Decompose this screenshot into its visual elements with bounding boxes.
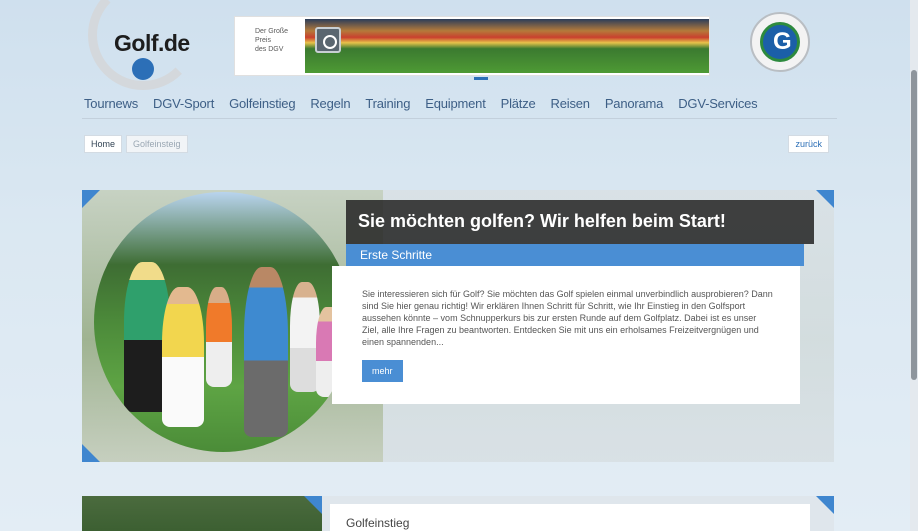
nav-item-regeln[interactable]: Regeln: [310, 96, 350, 111]
hero-text: Sie interessieren sich für Golf? Sie möc…: [362, 289, 773, 347]
golfeinstieg-card: Golfeinstieg: [82, 496, 834, 531]
photo-person: [244, 267, 288, 437]
more-button[interactable]: mehr: [362, 360, 403, 382]
back-button[interactable]: zurück: [788, 135, 829, 153]
breadcrumb-home[interactable]: Home: [84, 135, 123, 153]
banner-badge-icon: [315, 27, 341, 53]
banner-text: Der Große Preis des DGV: [255, 27, 305, 54]
corner-accent: [304, 496, 322, 514]
banner-pager[interactable]: [474, 77, 488, 80]
banner-pager-dot[interactable]: [474, 77, 488, 80]
corner-accent: [816, 190, 834, 208]
nav-item-training[interactable]: Training: [365, 96, 410, 111]
seal-g-icon: G: [773, 28, 792, 55]
hero-body: Sie interessieren sich für Golf? Sie möc…: [332, 266, 800, 404]
photo-person: [162, 287, 204, 427]
card2-photo: [82, 496, 322, 531]
header-banner[interactable]: Der Große Preis des DGV: [234, 16, 710, 76]
main-nav: Tournews DGV-Sport Golfeinstieg Regeln T…: [84, 96, 758, 111]
card2-title[interactable]: Golfeinstieg: [330, 504, 810, 531]
seal-ring: G: [760, 22, 800, 62]
breadcrumb-current: Golfeinsteig: [126, 135, 188, 153]
scrollbar[interactable]: [910, 0, 918, 531]
banner-line-2: Preis: [255, 37, 271, 44]
page: Golf.de Der Große Preis des DGV G Tourne…: [82, 0, 837, 531]
dgv-seal-logo: G: [750, 12, 810, 72]
corner-accent: [816, 496, 834, 514]
nav-item-dgv-services[interactable]: DGV-Services: [678, 96, 757, 111]
nav-item-reisen[interactable]: Reisen: [551, 96, 590, 111]
nav-item-panorama[interactable]: Panorama: [605, 96, 664, 111]
banner-line-3: des DGV: [255, 46, 284, 53]
hero-card: Sie möchten golfen? Wir helfen beim Star…: [82, 190, 834, 462]
nav-item-tournews[interactable]: Tournews: [84, 96, 138, 111]
hero-title: Sie möchten golfen? Wir helfen beim Star…: [346, 200, 814, 244]
scrollbar-thumb[interactable]: [911, 70, 917, 380]
logo-dot: [132, 58, 154, 80]
banner-line-1: Der Große: [255, 28, 289, 35]
breadcrumb: Home Golfeinsteig: [84, 135, 188, 153]
nav-item-plaetze[interactable]: Plätze: [501, 96, 536, 111]
banner-photo: [305, 19, 709, 73]
corner-accent: [82, 190, 100, 208]
hero-photo: [94, 192, 352, 452]
logo-text: Golf.de: [114, 30, 190, 56]
corner-accent: [82, 444, 100, 462]
nav-item-dgv-sport[interactable]: DGV-Sport: [153, 96, 214, 111]
nav-divider: [82, 118, 837, 119]
golf-de-logo[interactable]: Golf.de: [82, 0, 222, 90]
photo-person: [206, 287, 232, 387]
hero-subtitle: Erste Schritte: [346, 244, 804, 266]
nav-item-golfeinstieg[interactable]: Golfeinstieg: [229, 96, 295, 111]
nav-item-equipment[interactable]: Equipment: [425, 96, 486, 111]
